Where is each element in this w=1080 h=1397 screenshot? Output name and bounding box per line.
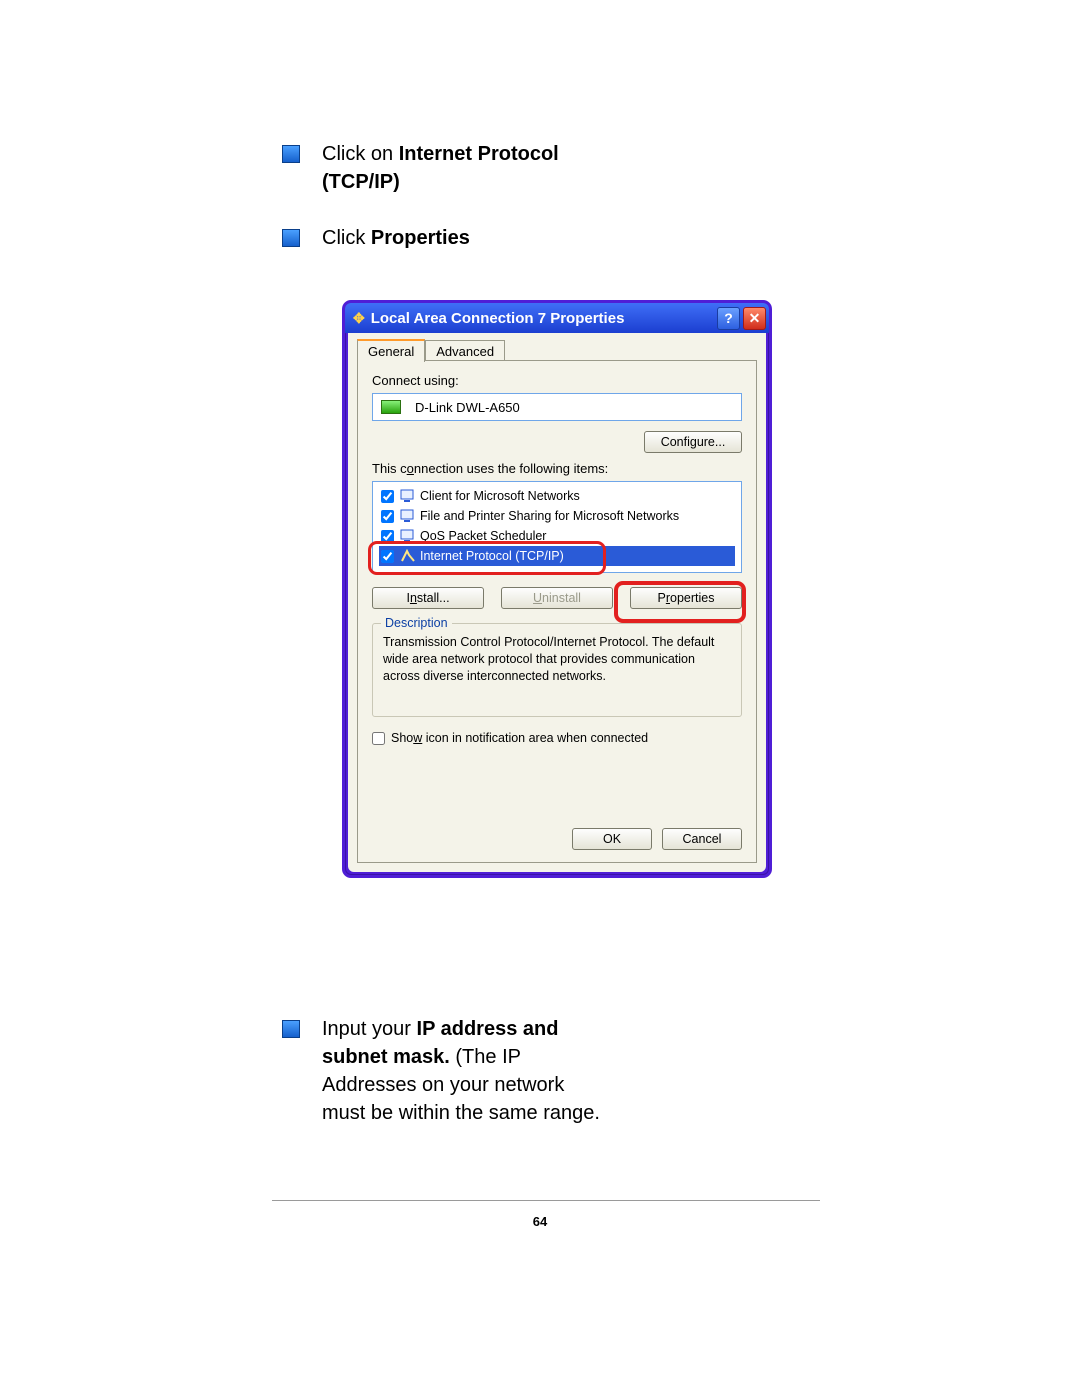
items-label: This connection uses the following items… bbox=[372, 461, 608, 476]
bullet-item: Input your IP address and subnet mask. (… bbox=[282, 1015, 802, 1127]
ok-button[interactable]: OK bbox=[572, 828, 652, 850]
bullet-text-bold: Properties bbox=[371, 227, 470, 249]
item-label: Client for Microsoft Networks bbox=[420, 489, 580, 503]
adapter-name: D-Link DWL-A650 bbox=[415, 400, 520, 415]
client-icon bbox=[400, 489, 416, 503]
bullet-text-pre: Click on bbox=[322, 143, 399, 165]
window-icon: ✥ bbox=[353, 310, 365, 327]
bullet-list-top: Click on Internet Protocol (TCP/IP) Clic… bbox=[282, 140, 802, 280]
item-checkbox[interactable] bbox=[381, 550, 394, 563]
show-icon-checkbox[interactable] bbox=[372, 732, 385, 745]
footer-divider bbox=[272, 1200, 820, 1201]
page-number: 64 bbox=[0, 1214, 1080, 1229]
dialog-title: Local Area Connection 7 Properties bbox=[371, 310, 625, 327]
adapter-field[interactable]: D-Link DWL-A650 bbox=[372, 393, 742, 421]
connect-using-label: Connect using: bbox=[372, 373, 459, 388]
bullet-text-pre: Input your bbox=[322, 1018, 417, 1040]
bullet-text: Click on Internet Protocol (TCP/IP) bbox=[322, 140, 612, 196]
help-button[interactable]: ? bbox=[717, 307, 740, 330]
square-bullet-icon bbox=[282, 1020, 300, 1038]
square-bullet-icon bbox=[282, 229, 300, 247]
tab-strip: General Advanced bbox=[357, 339, 505, 362]
list-item[interactable]: QoS Packet Scheduler bbox=[379, 526, 735, 546]
list-item[interactable]: Client for Microsoft Networks bbox=[379, 486, 735, 506]
close-button[interactable]: ✕ bbox=[743, 307, 766, 330]
bullet-text: Click Properties bbox=[322, 224, 470, 252]
description-group: Description Transmission Control Protoco… bbox=[372, 623, 742, 717]
show-icon-label: Show icon in notification area when conn… bbox=[391, 731, 648, 745]
list-item-selected[interactable]: Internet Protocol (TCP/IP) bbox=[379, 546, 735, 566]
item-checkbox[interactable] bbox=[381, 530, 394, 543]
description-title: Description bbox=[381, 616, 452, 630]
document-page: Click on Internet Protocol (TCP/IP) Clic… bbox=[0, 0, 1080, 1397]
tab-general[interactable]: General bbox=[357, 339, 425, 362]
bullet-item: Click Properties bbox=[282, 224, 802, 252]
network-adapter-icon bbox=[381, 400, 401, 414]
properties-button[interactable]: Properties bbox=[630, 587, 742, 609]
service-icon bbox=[400, 529, 416, 543]
tab-panel-general: Connect using: D-Link DWL-A650 Configure… bbox=[357, 360, 757, 863]
item-label: Internet Protocol (TCP/IP) bbox=[420, 549, 564, 563]
item-label: QoS Packet Scheduler bbox=[420, 529, 546, 543]
service-icon bbox=[400, 509, 416, 523]
bullet-list-bottom: Input your IP address and subnet mask. (… bbox=[282, 1015, 802, 1155]
install-button[interactable]: Install... bbox=[372, 587, 484, 609]
bullet-item: Click on Internet Protocol (TCP/IP) bbox=[282, 140, 802, 196]
bullet-text-pre: Click bbox=[322, 227, 371, 249]
description-text: Transmission Control Protocol/Internet P… bbox=[383, 634, 731, 685]
item-checkbox[interactable] bbox=[381, 490, 394, 503]
dialog-titlebar[interactable]: ✥ Local Area Connection 7 Properties ? ✕ bbox=[345, 303, 769, 333]
items-button-row: Install... Uninstall Properties bbox=[372, 587, 742, 609]
dialog-body: General Advanced Connect using: D-Link D… bbox=[348, 333, 766, 872]
item-label: File and Printer Sharing for Microsoft N… bbox=[420, 509, 679, 523]
bullet-text: Input your IP address and subnet mask. (… bbox=[322, 1015, 612, 1127]
protocol-icon bbox=[400, 549, 416, 563]
properties-dialog: ✥ Local Area Connection 7 Properties ? ✕… bbox=[342, 300, 772, 878]
uninstall-button[interactable]: Uninstall bbox=[501, 587, 613, 609]
connection-items-list[interactable]: Client for Microsoft Networks File and P… bbox=[372, 481, 742, 573]
item-checkbox[interactable] bbox=[381, 510, 394, 523]
show-icon-checkbox-row[interactable]: Show icon in notification area when conn… bbox=[372, 731, 648, 745]
square-bullet-icon bbox=[282, 145, 300, 163]
list-item[interactable]: File and Printer Sharing for Microsoft N… bbox=[379, 506, 735, 526]
dialog-footer-buttons: OK Cancel bbox=[572, 828, 742, 850]
cancel-button[interactable]: Cancel bbox=[662, 828, 742, 850]
configure-button[interactable]: Configure... bbox=[644, 431, 742, 453]
tab-advanced[interactable]: Advanced bbox=[425, 340, 505, 362]
